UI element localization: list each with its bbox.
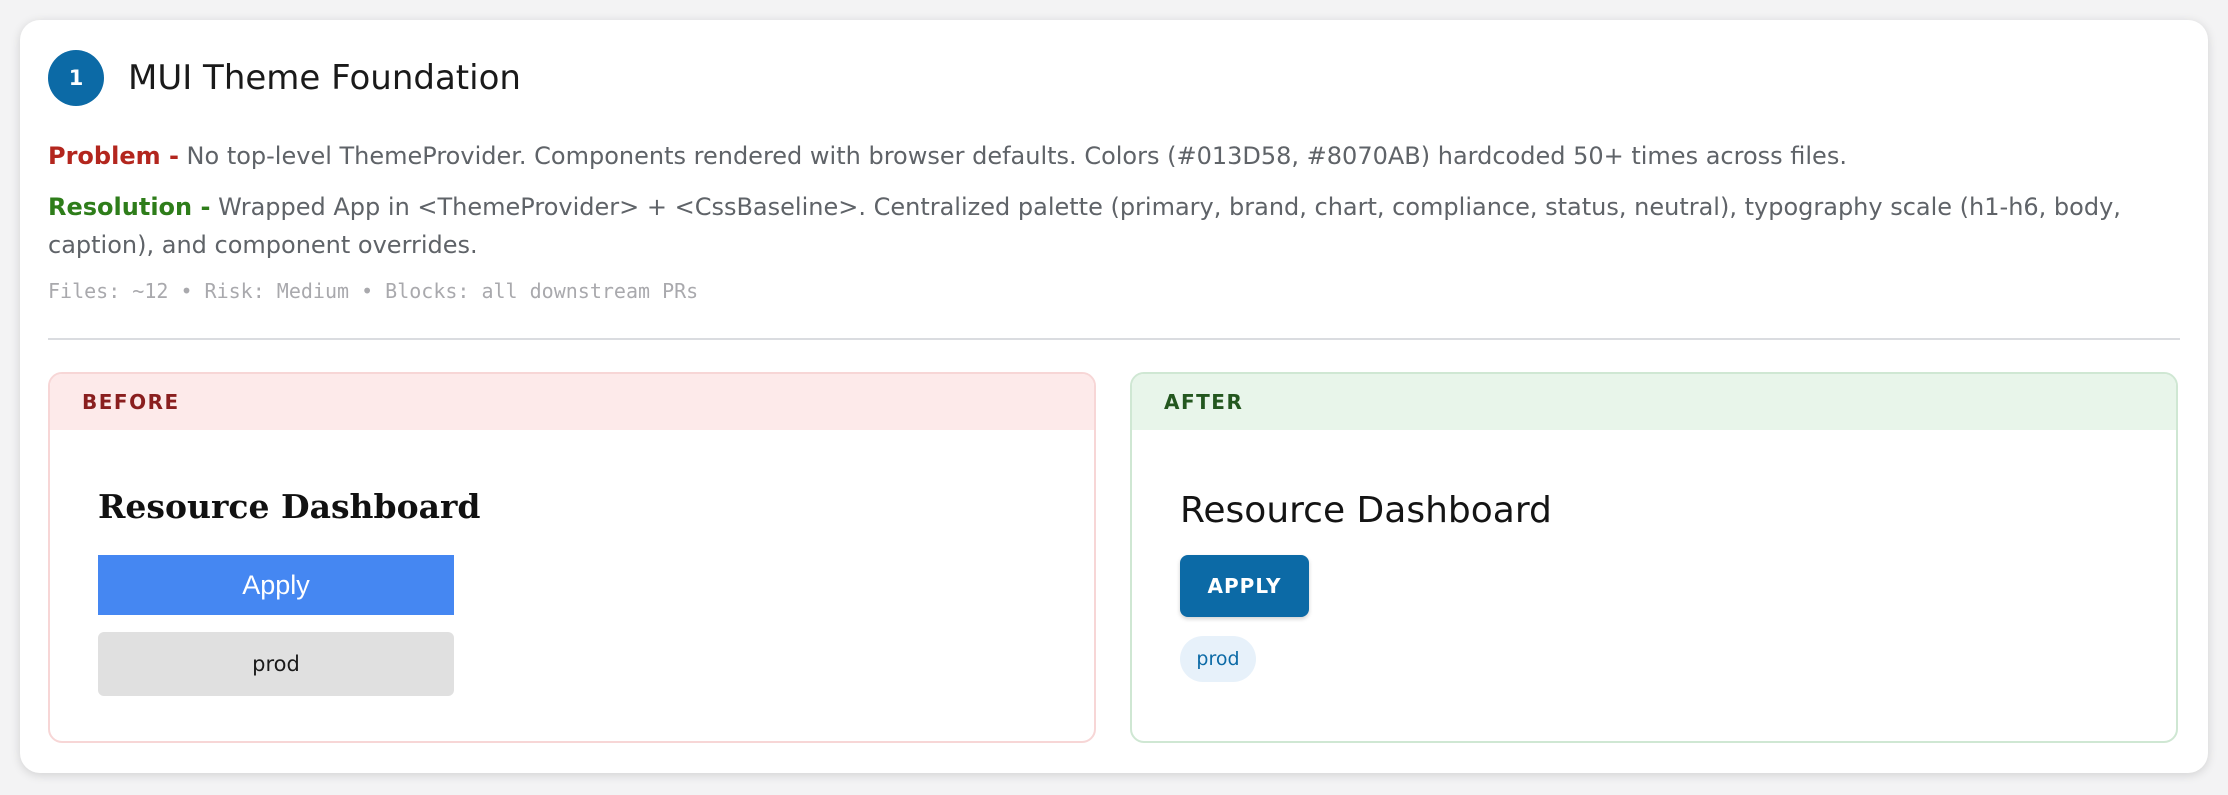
problem-description: Problem - No top-level ThemeProvider. Co…: [48, 137, 2180, 175]
resolution-text: Wrapped App in <ThemeProvider> + <CssBas…: [48, 193, 2121, 259]
before-dashboard-heading: Resource Dashboard: [98, 487, 481, 526]
before-prod-chip: prod: [98, 632, 454, 696]
section-divider: [48, 338, 2180, 340]
section-card: 1 MUI Theme Foundation Problem - No top-…: [20, 20, 2208, 773]
step-number-badge: 1: [48, 50, 104, 106]
problem-label: Problem -: [48, 142, 179, 170]
meta-info: Files: ~12 • Risk: Medium • Blocks: all …: [48, 279, 699, 303]
after-panel: AFTER Resource Dashboard APPLY prod: [1130, 372, 2178, 743]
after-prod-chip: prod: [1180, 636, 1256, 682]
resolution-label: Resolution -: [48, 193, 211, 221]
before-apply-button[interactable]: Apply: [98, 555, 454, 615]
resolution-description: Resolution - Wrapped App in <ThemeProvid…: [48, 188, 2180, 264]
section-title: MUI Theme Foundation: [128, 58, 521, 98]
before-panel: BEFORE Resource Dashboard Apply prod: [48, 372, 1096, 743]
after-apply-button[interactable]: APPLY: [1180, 555, 1309, 617]
before-panel-header: BEFORE: [50, 374, 1094, 430]
problem-text: No top-level ThemeProvider. Components r…: [178, 142, 1847, 170]
after-dashboard-heading: Resource Dashboard: [1180, 490, 1552, 531]
after-panel-header: AFTER: [1132, 374, 2176, 430]
